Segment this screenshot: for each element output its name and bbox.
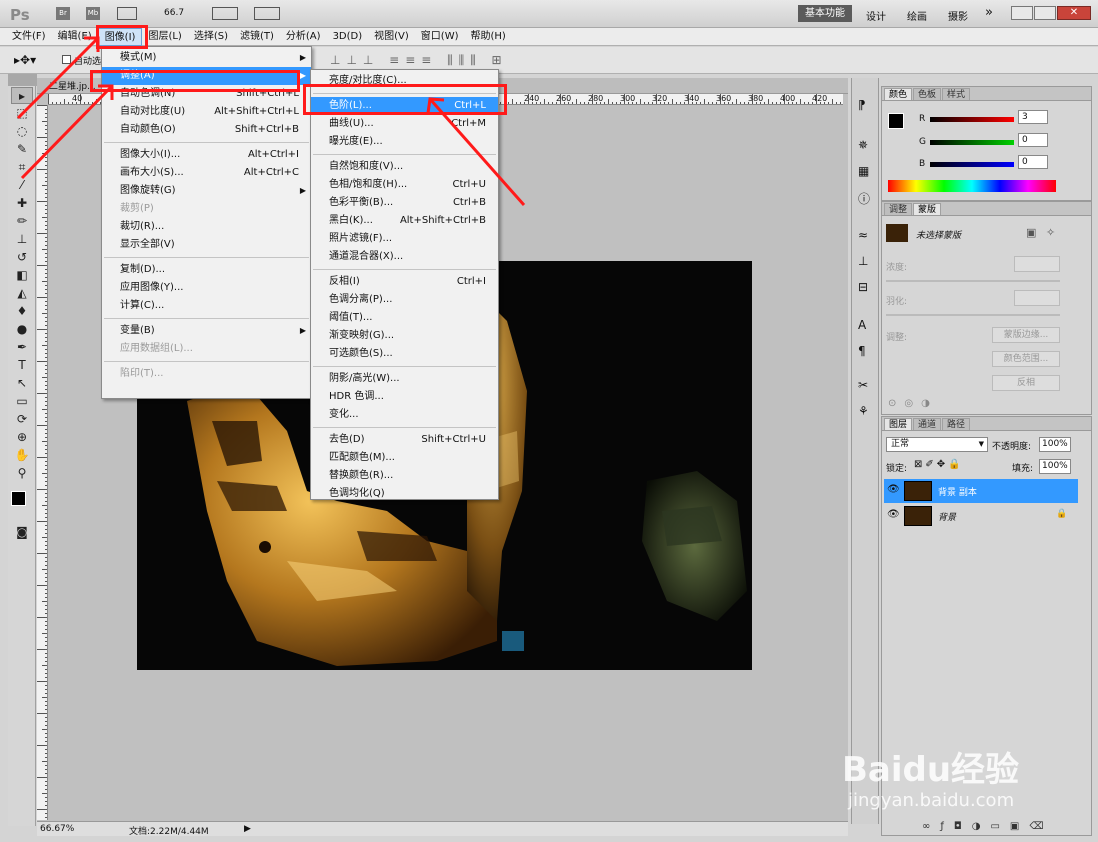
annotation-arrows — [16, 36, 526, 206]
